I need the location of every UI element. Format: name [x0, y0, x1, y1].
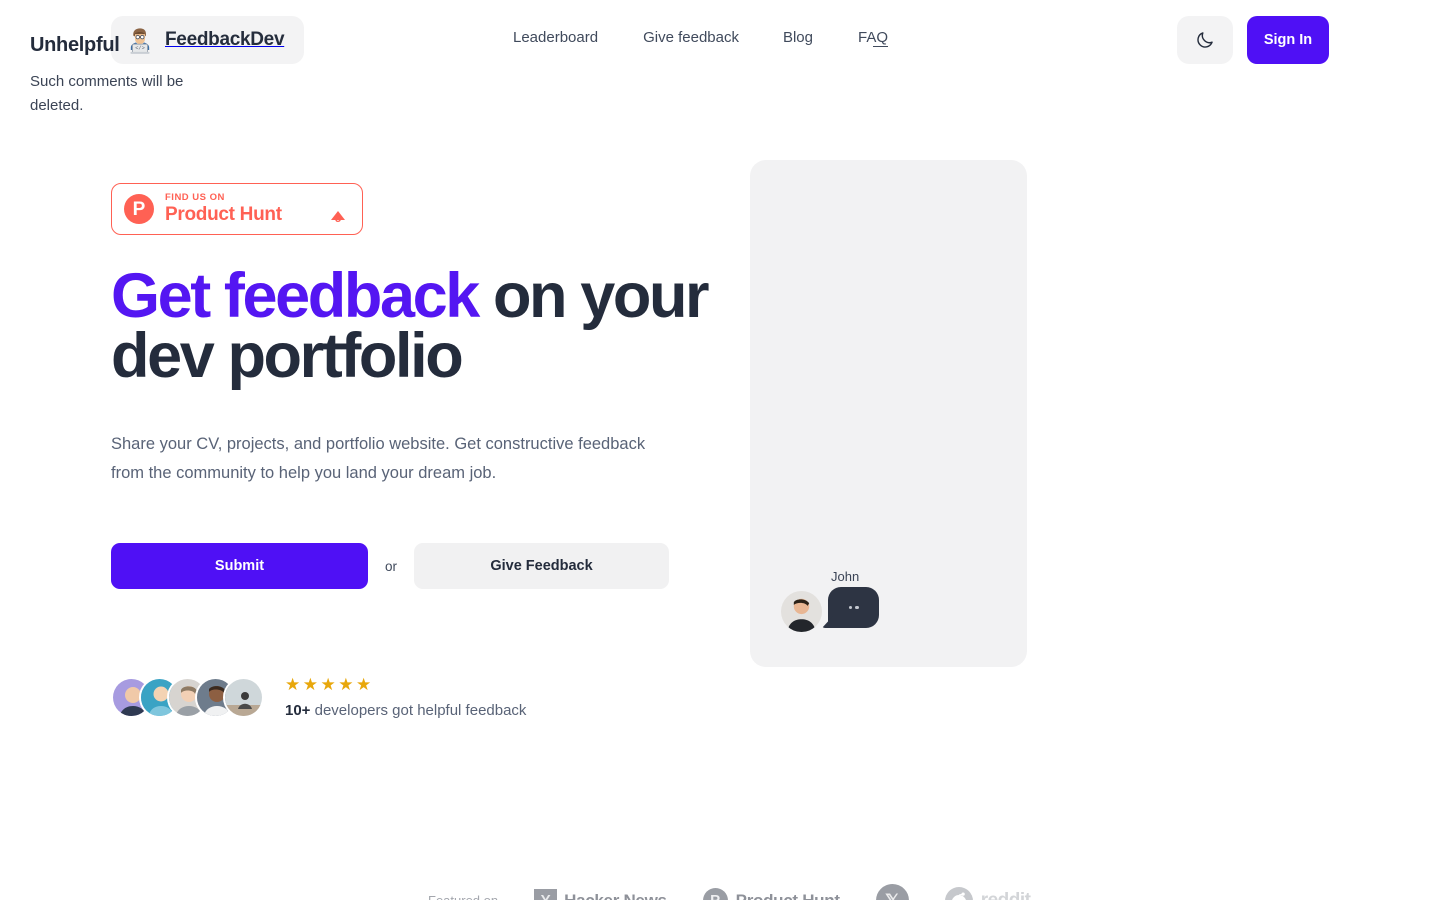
featured-product-hunt[interactable]: P Product Hunt — [702, 888, 840, 900]
page-subtitle: Share your CV, projects, and portfolio w… — [111, 435, 646, 483]
nav-item-leaderboard[interactable]: Leaderboard — [513, 29, 598, 46]
main-nav: Leaderboard Give feedback Blog FAQ — [513, 29, 889, 47]
featured-on-strip: Featured on Y Hacker News P Product Hunt… — [428, 884, 1067, 900]
brand-name: FeedbackDev — [165, 29, 285, 50]
reddit-label: reddit — [980, 889, 1031, 900]
theme-toggle-button[interactable] — [1177, 16, 1233, 64]
product-hunt-badge[interactable]: P FIND US ON Product Hunt 5 — [111, 183, 363, 235]
submit-button[interactable]: Submit — [111, 543, 368, 589]
give-feedback-button[interactable]: Give Feedback — [414, 543, 670, 589]
cta-separator-label: or — [385, 558, 398, 574]
featured-reddit[interactable]: reddit — [944, 886, 1031, 900]
proof-count: 10+ — [285, 702, 311, 719]
avatar — [223, 677, 264, 718]
badge-upvote[interactable]: 5 — [331, 193, 345, 225]
card-subtitle: Such comments will be deleted. — [30, 73, 184, 114]
hacker-news-label: Hacker News — [564, 890, 667, 900]
rating-stars: ★★★★★ — [285, 675, 374, 694]
nav-item-blog[interactable]: Blog — [783, 29, 813, 46]
product-hunt-logo-icon: P — [124, 194, 154, 224]
badge-eyebrow: FIND US ON — [165, 191, 225, 203]
typing-dots-icon — [855, 605, 859, 610]
hacker-news-icon: Y — [534, 889, 558, 900]
social-proof-text: ★★★★★ 10+ developers got helpful feedbac… — [285, 676, 526, 719]
featured-x[interactable]: 𝕏 — [875, 884, 909, 900]
reddit-icon — [944, 886, 973, 900]
nav-item-give-feedback[interactable]: Give feedback — [643, 29, 739, 46]
svg-text:</>: </> — [135, 46, 145, 52]
chat-user-avatar — [781, 591, 822, 632]
product-hunt-badge-text: FIND US ON Product Hunt — [165, 192, 282, 226]
nav-item-faq[interactable]: FAQ — [858, 29, 889, 47]
moon-icon — [1197, 32, 1213, 48]
product-hunt-icon: P — [702, 888, 728, 900]
site-header: </> FeedbackDev Leaderboard Give feedbac… — [0, 0, 1440, 80]
brand-logo[interactable]: </> FeedbackDev — [111, 16, 305, 64]
cta-row: Submit or Give Feedback — [111, 543, 670, 589]
featured-hacker-news[interactable]: Y Hacker News — [534, 889, 667, 900]
feedback-preview-card — [750, 160, 1027, 667]
page-title: Get feedback on your dev portfolio — [111, 264, 731, 388]
typing-indicator-bubble — [828, 587, 879, 628]
technologist-emoji-icon: </> — [130, 28, 150, 54]
badge-title: Product Hunt — [165, 204, 282, 226]
proof-label: developers got helpful feedback — [310, 702, 527, 719]
sign-in-button[interactable]: Sign In — [1247, 16, 1329, 64]
social-proof: ★★★★★ 10+ developers got helpful feedbac… — [111, 676, 526, 719]
typing-dots-icon — [848, 605, 852, 610]
chat-user-name: John — [831, 569, 860, 584]
proof-caption: 10+ developers got helpful feedback — [285, 702, 526, 719]
featured-on-label: Featured on — [428, 893, 498, 900]
x-icon: 𝕏 — [875, 884, 909, 900]
avatar-stack — [111, 677, 264, 718]
product-hunt-label: Product Hunt — [735, 890, 840, 900]
card-title: Unhelpful — [30, 34, 120, 56]
